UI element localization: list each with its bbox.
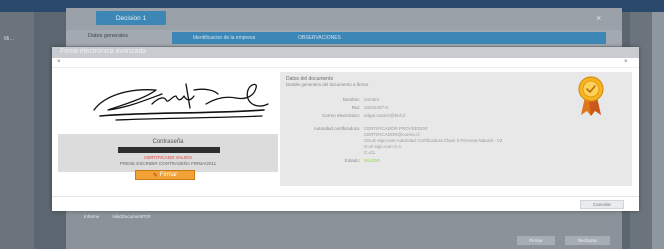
tab-datos-generales[interactable]: Datos generales xyxy=(88,33,128,39)
close-icon[interactable]: × xyxy=(596,14,606,23)
field-label-authority: Autoridad certificadora: xyxy=(313,126,360,131)
close-icon-right[interactable]: × xyxy=(624,59,628,65)
field-value-authority-5: C=CL xyxy=(364,150,376,155)
close-icon-left[interactable]: × xyxy=(57,59,61,65)
background-left-text: Mi… xyxy=(4,36,15,42)
field-label-estado: Estado: xyxy=(344,158,360,163)
modal-footer xyxy=(52,196,639,211)
background-reject-button[interactable]: Rechazar xyxy=(565,236,610,245)
handwritten-signature-image xyxy=(93,83,269,121)
field-label-nombre: Nombre: xyxy=(342,97,360,102)
background-footer-value: ValidDocumentPDF xyxy=(112,214,152,219)
certificate-status: CERTIFICADO VALIDO xyxy=(144,155,192,160)
field-value-email: edgar.suarez@bnf.cl xyxy=(364,113,406,118)
field-value-rut: 10022297-K xyxy=(364,105,389,110)
sign-button[interactable]: ✎ Firmar xyxy=(135,170,195,180)
field-value-authority-3: CN=E-sign.com Autoridad Certificadora Cl… xyxy=(364,138,503,143)
certificate-hint: PRESE ESCRIBIR CONTRASEÑA FIRMA/2011 xyxy=(119,161,217,166)
modal-title: Firma electrónica avanzada xyxy=(60,48,146,55)
tab-observaciones[interactable]: OBSERVACIONES xyxy=(298,35,341,41)
tab-identificacion[interactable]: Identificacion de la empresa xyxy=(193,35,255,41)
background-sign-button[interactable]: Firmar xyxy=(517,236,555,245)
decision-tab[interactable]: Decision 1 xyxy=(96,11,166,25)
field-value-authority-1: CERTIFICADOR PROVEEDOR xyxy=(364,126,428,131)
document-subheading: Detalle generales del documento a firmar xyxy=(286,82,369,87)
field-label-rut: Rut: xyxy=(351,105,360,110)
sign-button-label: Firmar xyxy=(159,172,178,178)
password-input[interactable] xyxy=(118,147,220,153)
background-right-edge xyxy=(652,12,664,249)
field-value-estado: VALIDO xyxy=(364,158,381,163)
field-value-nombre: nombre xyxy=(364,97,380,102)
field-value-authority-2: CERTIFICADOR@correo.cl xyxy=(364,132,420,137)
modal-subbar xyxy=(52,58,639,68)
cancel-button[interactable]: Cancelar xyxy=(580,200,624,209)
background-left-panel xyxy=(0,12,34,249)
pen-icon: ✎ xyxy=(152,172,158,179)
certificate-medal-icon xyxy=(578,76,604,116)
field-value-authority-4: O=E-sign.com S.A. xyxy=(364,144,403,149)
background-footer-label: Informe xyxy=(84,214,100,219)
password-label: Contraseña xyxy=(152,139,184,145)
field-label-email: Correo electrónico: xyxy=(321,113,360,118)
